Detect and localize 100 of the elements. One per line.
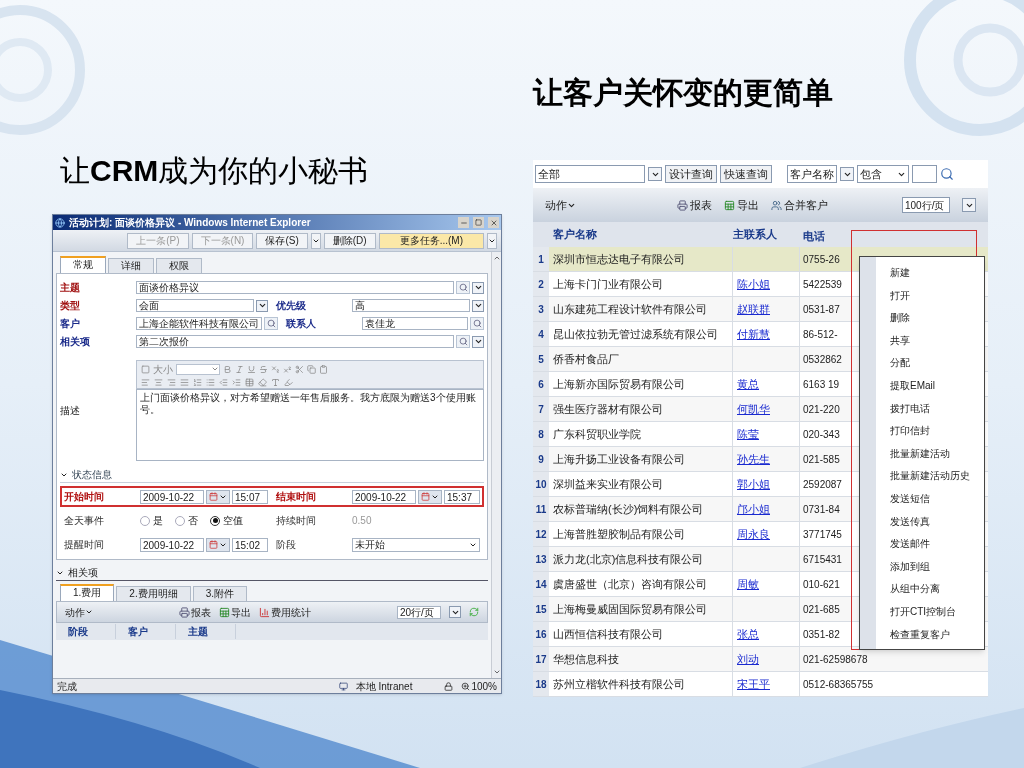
close-button[interactable]: [488, 217, 499, 228]
tab[interactable]: 详细: [108, 258, 154, 273]
numbered-list-icon[interactable]: [193, 378, 202, 387]
table-row[interactable]: 17 华想信息科技 刘动 021-62598678: [533, 647, 988, 672]
calendar-button[interactable]: [418, 489, 442, 504]
input-field[interactable]: 会面: [136, 299, 254, 312]
input-field[interactable]: 上海企能软件科技有限公司: [136, 317, 262, 330]
contact-link[interactable]: 张总: [737, 628, 759, 640]
align-center-icon[interactable]: [154, 378, 163, 387]
search-field[interactable]: [912, 165, 937, 183]
column-header[interactable]: 阶段: [56, 624, 116, 639]
toolbar-button[interactable]: 报表: [677, 196, 712, 214]
contact-link[interactable]: 黄总: [737, 378, 759, 390]
contact-link[interactable]: 付新慧: [737, 328, 770, 340]
superscript-icon[interactable]: [283, 365, 292, 374]
size-select[interactable]: [176, 364, 220, 375]
dropdown-button[interactable]: [256, 299, 268, 312]
italic-icon[interactable]: [235, 365, 244, 374]
contact-link[interactable]: 周永良: [737, 528, 770, 540]
input-field[interactable]: 高: [352, 299, 470, 312]
tab[interactable]: 1.费用: [60, 584, 115, 601]
bold-icon[interactable]: [223, 365, 232, 374]
date-field[interactable]: 2009-10-22: [140, 489, 204, 504]
outdent-icon[interactable]: [219, 378, 228, 387]
clipboard-icon[interactable]: [319, 365, 328, 374]
column-header[interactable]: 客户: [116, 624, 176, 639]
menu-item[interactable]: 提取EMail: [890, 379, 935, 391]
zoom-button[interactable]: 100%: [461, 678, 497, 694]
time-field[interactable]: 15:37: [444, 489, 480, 504]
page-size-select[interactable]: 100行/页: [902, 197, 950, 213]
page-icon[interactable]: [141, 365, 150, 374]
contact-link[interactable]: 周敏: [737, 578, 759, 590]
field-select[interactable]: 客户名称: [787, 165, 837, 183]
calendar-button[interactable]: [206, 489, 230, 504]
contact-link[interactable]: 孙先生: [737, 453, 770, 465]
table-row[interactable]: 18 苏州立楷软件科技有限公司 宋王平 0512-68365755: [533, 672, 988, 697]
indent-icon[interactable]: [232, 378, 241, 387]
menu-item[interactable]: 批量新建活动历史: [890, 470, 970, 482]
refresh-icon[interactable]: [469, 607, 479, 617]
menu-item[interactable]: 打印信封: [890, 425, 930, 437]
dropdown-button[interactable]: [449, 606, 461, 618]
menu-item[interactable]: 打开CTI控制台: [890, 605, 957, 617]
action-menu[interactable]: 动作: [65, 604, 93, 620]
dropdown-button[interactable]: [648, 167, 662, 181]
font-color-icon[interactable]: [271, 378, 280, 387]
toolbar-button[interactable]: 报表: [179, 604, 211, 620]
contact-link[interactable]: 陈莹: [737, 428, 759, 440]
table-icon[interactable]: [245, 378, 254, 387]
column-header[interactable]: 主联系人: [733, 228, 777, 241]
eraser-icon[interactable]: [258, 378, 267, 387]
contact-link[interactable]: 陈小姐: [737, 278, 770, 290]
operator-select[interactable]: 包含: [857, 165, 909, 183]
toolbar-button[interactable]: 保存(S): [256, 232, 308, 249]
contact-link[interactable]: 刘动: [737, 653, 759, 665]
menu-item[interactable]: 批量新建活动: [890, 447, 950, 459]
toolbar-button[interactable]: 更多任务...(M): [378, 232, 484, 249]
underline-icon[interactable]: [247, 365, 256, 374]
toolbar-button[interactable]: 导出: [219, 604, 251, 620]
strikethrough-icon[interactable]: [259, 365, 268, 374]
dropdown-button[interactable]: [472, 281, 484, 294]
tab[interactable]: 3.附件: [192, 586, 248, 601]
toolbar-button[interactable]: 删除(D): [323, 232, 376, 249]
contact-link[interactable]: 赵联群: [737, 303, 770, 315]
view-select[interactable]: 全部: [535, 165, 645, 183]
maximize-button[interactable]: [473, 217, 484, 228]
menu-arrow-button[interactable]: [487, 232, 497, 249]
description-field[interactable]: 上门面谈价格异议，对方希望赠送一年售后服务。我方底限为赠送3个使用账号。: [136, 389, 484, 461]
input-field[interactable]: 袁佳龙: [362, 317, 468, 330]
radio-button[interactable]: [210, 515, 220, 526]
tab[interactable]: 常规: [60, 256, 106, 273]
search-icon[interactable]: [940, 167, 954, 181]
contact-link[interactable]: 宋王平: [737, 678, 770, 690]
page-size-select[interactable]: 20行/页: [397, 605, 441, 619]
align-left-icon[interactable]: [141, 378, 150, 387]
menu-item[interactable]: 添加到组: [890, 560, 930, 572]
menu-item[interactable]: 删除: [890, 312, 910, 324]
query-button[interactable]: 快速查询: [720, 165, 772, 183]
scissors-icon[interactable]: [295, 365, 304, 374]
justify-icon[interactable]: [180, 378, 189, 387]
dropdown-button[interactable]: [472, 335, 484, 348]
action-menu[interactable]: 动作: [545, 196, 576, 214]
radio-button[interactable]: [175, 515, 185, 526]
toolbar-button[interactable]: 导出: [724, 196, 759, 214]
contact-link[interactable]: 何凯华: [737, 403, 770, 415]
menu-item[interactable]: 检查重复客户: [890, 628, 950, 640]
query-button[interactable]: 设计查询: [665, 165, 717, 183]
column-header[interactable]: 主题: [176, 624, 236, 639]
time-field[interactable]: 15:07: [232, 489, 268, 504]
column-header[interactable]: 电话: [803, 230, 825, 243]
time-field[interactable]: 15:02: [232, 537, 268, 552]
toolbar-button[interactable]: 合并客户: [771, 196, 828, 214]
calendar-button[interactable]: [206, 537, 230, 552]
minimize-button[interactable]: [458, 217, 469, 228]
date-field[interactable]: 2009-10-22: [140, 537, 204, 552]
menu-item[interactable]: 从组中分离: [890, 583, 940, 595]
date-field[interactable]: 2009-10-22: [352, 489, 416, 504]
toolbar-button[interactable]: 费用统计: [259, 604, 311, 620]
scrollbar[interactable]: [491, 252, 501, 678]
menu-item[interactable]: 拨打电话: [890, 402, 930, 414]
contact-link[interactable]: 邝小姐: [737, 503, 770, 515]
